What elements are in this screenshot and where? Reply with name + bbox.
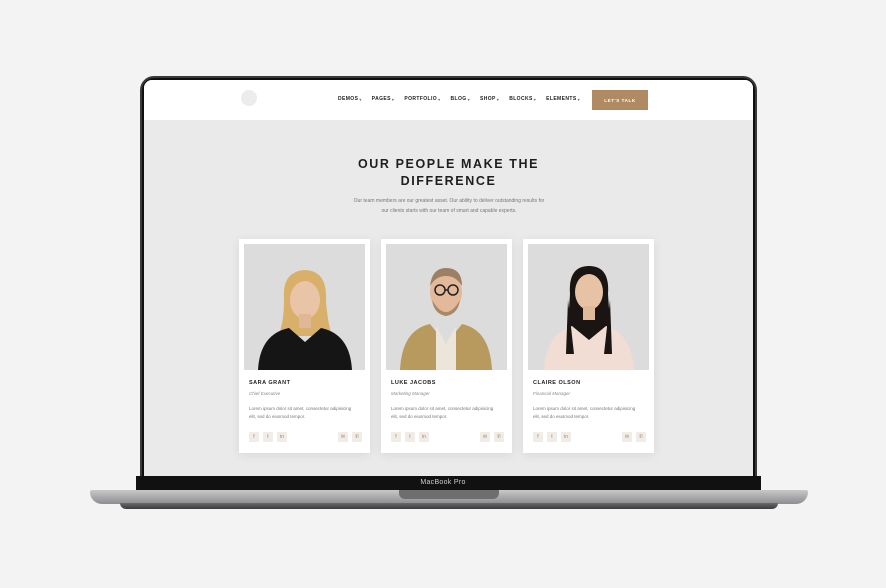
nav-item-label: BLOCKS: [509, 96, 533, 102]
laptop-screen: DEMOS ▾ PAGES ▾ PORTFOLIO ▾ BLOG ▾ SHOP ▾ BLO…: [144, 80, 753, 476]
phone-icon[interactable]: ✆: [494, 432, 504, 442]
chevron-down-icon: ▾: [438, 96, 441, 102]
section-description-line: our clients starts with our team of smar…: [381, 208, 517, 214]
site-logo[interactable]: [241, 90, 257, 106]
section-title: OUR PEOPLE MAKE THE DIFFERENCE: [144, 156, 753, 190]
team-card: LUKE JACOBS Marketing Manager Lorem ipsu…: [381, 239, 512, 453]
man-portrait-icon: [386, 244, 507, 370]
laptop-base-foot: [120, 503, 778, 509]
team-member-photo: [244, 244, 365, 370]
social-links: f t in: [533, 432, 571, 442]
chevron-down-icon: ▾: [496, 96, 500, 102]
team-member-role: Marketing Manager: [391, 391, 430, 396]
nav-item-blocks[interactable]: BLOCKS ▾: [509, 96, 536, 102]
team-member-photo: [386, 244, 507, 370]
team-member-name: CLAIRE OLSON: [533, 380, 581, 386]
team-card: CLAIRE OLSON Financial Manager Lorem ips…: [523, 239, 654, 453]
nav-item-demos[interactable]: DEMOS ▾: [338, 96, 362, 102]
facebook-icon[interactable]: f: [391, 432, 401, 442]
team-member-bio-line: Lorem ipsum dolor sit amet, consectetur …: [533, 406, 636, 411]
lets-talk-button[interactable]: LET'S TALK: [592, 90, 648, 110]
section-description: Our team members are our greatest asset.…: [339, 196, 559, 216]
twitter-icon[interactable]: t: [547, 432, 557, 442]
nav-item-shop[interactable]: SHOP ▾: [480, 96, 499, 102]
email-icon[interactable]: ✉: [338, 432, 348, 442]
facebook-icon[interactable]: f: [249, 432, 259, 442]
top-navigation: DEMOS ▾ PAGES ▾ PORTFOLIO ▾ BLOG ▾ SHOP ▾ BLO…: [144, 80, 753, 120]
team-member-bio-line: Lorem ipsum dolor sit amet, consectetur …: [249, 406, 352, 411]
team-card: SARA GRANT Chief Executive Lorem ipsum d…: [239, 239, 370, 453]
nav-item-pages[interactable]: PAGES ▾: [372, 96, 395, 102]
nav-item-label: BLOG: [450, 96, 467, 102]
chevron-down-icon: ▾: [533, 96, 537, 102]
team-member-bio-line: elit, sed do eiusmod tempor.: [533, 414, 590, 419]
phone-icon[interactable]: ✆: [352, 432, 362, 442]
device-model-label: MacBook Pro: [420, 479, 466, 486]
social-links: f t in: [391, 432, 429, 442]
contact-links: ✉ ✆: [480, 432, 504, 442]
team-member-name: LUKE JACOBS: [391, 380, 436, 386]
nav-item-label: PORTFOLIO: [404, 96, 438, 102]
team-member-bio-line: Lorem ipsum dolor sit amet, consectetur …: [391, 406, 494, 411]
email-icon[interactable]: ✉: [622, 432, 632, 442]
team-member-bio: Lorem ipsum dolor sit amet, consectetur …: [391, 405, 503, 421]
nav-item-label: SHOP: [479, 96, 496, 102]
team-member-role: Financial Manager: [533, 391, 571, 396]
nav-item-blog[interactable]: BLOG ▾: [451, 96, 470, 102]
team-member-bio-line: elit, sed do eiusmod tempor.: [249, 414, 306, 419]
email-icon[interactable]: ✉: [480, 432, 490, 442]
team-member-photo: [528, 244, 649, 370]
phone-icon[interactable]: ✆: [636, 432, 646, 442]
team-member-name: SARA GRANT: [249, 380, 291, 386]
linkedin-icon[interactable]: in: [277, 432, 287, 442]
social-links: f t in: [249, 432, 287, 442]
nav-item-label: PAGES: [371, 96, 391, 102]
facebook-icon[interactable]: f: [533, 432, 543, 442]
twitter-icon[interactable]: t: [263, 432, 273, 442]
woman-portrait-icon: [528, 244, 649, 370]
chevron-down-icon: ▾: [467, 96, 470, 102]
contact-links: ✉ ✆: [338, 432, 362, 442]
nav-item-elements[interactable]: ELEMENTS ▾: [546, 96, 580, 102]
chevron-down-icon: ▾: [359, 96, 362, 102]
chevron-down-icon: ▾: [577, 96, 580, 102]
woman-portrait-icon: [244, 244, 365, 370]
section-title-line: DIFFERENCE: [400, 174, 497, 188]
linkedin-icon[interactable]: in: [561, 432, 571, 442]
team-member-bio: Lorem ipsum dolor sit amet, consectetur …: [533, 405, 645, 421]
nav-item-label: DEMOS: [338, 96, 359, 102]
team-member-bio-line: elit, sed do eiusmod tempor.: [391, 414, 448, 419]
twitter-icon[interactable]: t: [405, 432, 415, 442]
chevron-down-icon: ▾: [391, 96, 395, 102]
team-member-role: Chief Executive: [249, 391, 281, 396]
contact-links: ✉ ✆: [622, 432, 646, 442]
nav-item-portfolio[interactable]: PORTFOLIO ▾: [404, 96, 440, 102]
section-description-line: Our team members are our greatest asset.…: [353, 198, 545, 204]
team-member-bio: Lorem ipsum dolor sit amet, consectetur …: [249, 405, 361, 421]
laptop-lid-notch: [399, 490, 499, 499]
section-title-line: OUR PEOPLE MAKE THE: [357, 157, 540, 171]
main-menu: DEMOS ▾ PAGES ▾ PORTFOLIO ▾ BLOG ▾ SHOP ▾ BLO…: [338, 96, 580, 102]
nav-item-label: ELEMENTS: [546, 96, 577, 102]
linkedin-icon[interactable]: in: [419, 432, 429, 442]
